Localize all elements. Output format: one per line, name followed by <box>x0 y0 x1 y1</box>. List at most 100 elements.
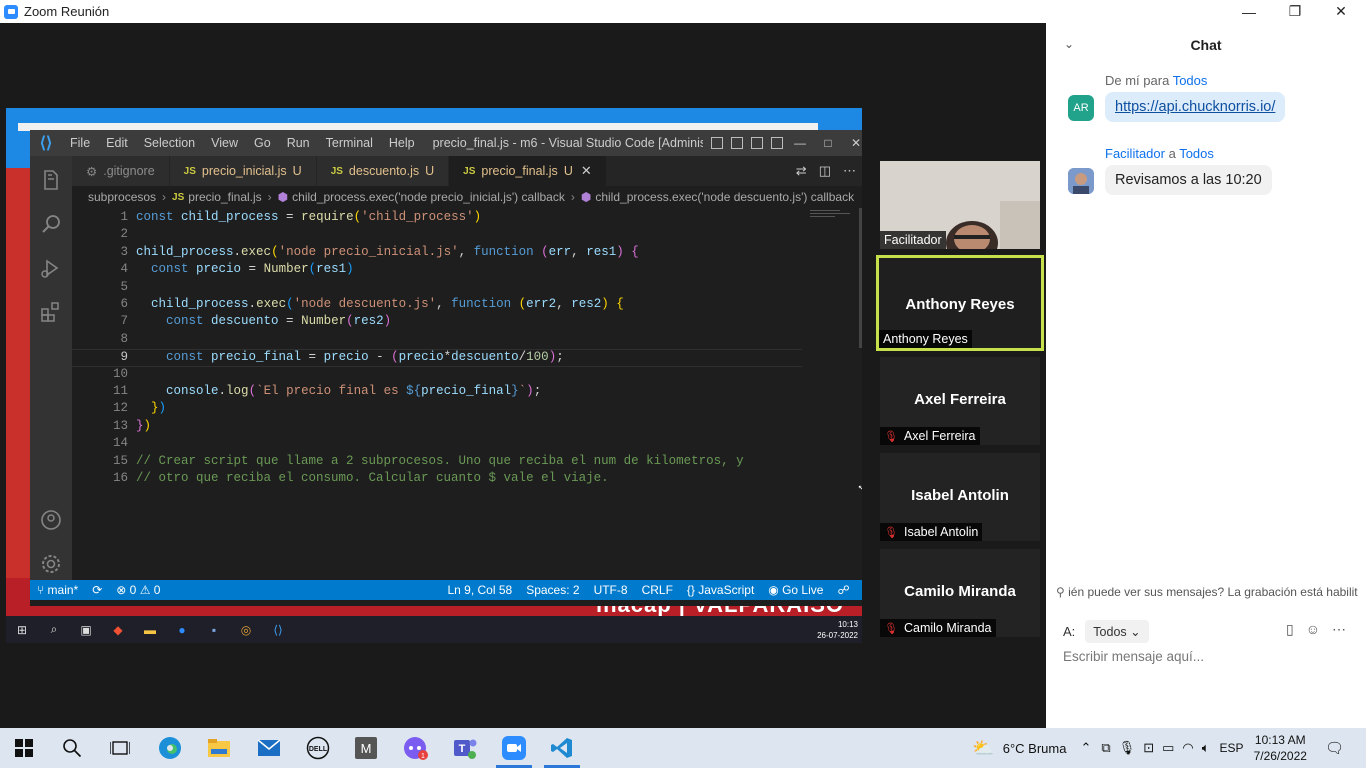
code-line[interactable]: 10 <box>72 367 802 384</box>
manage-gear-icon[interactable] <box>39 552 63 576</box>
open-changes-icon[interactable]: ⇄ <box>796 163 807 179</box>
language-indicator[interactable]: ESP <box>1220 741 1244 755</box>
breadcrumb-symbol-1[interactable]: child_process.exec('node precio_inicial.… <box>292 190 565 204</box>
wifi-icon[interactable]: ◠ <box>1182 740 1193 756</box>
battery-icon[interactable]: ▭ <box>1162 740 1174 756</box>
search-button[interactable] <box>48 728 96 768</box>
extensions-icon[interactable] <box>39 300 63 324</box>
chat-link-message[interactable]: https://api.chucknorris.io/ <box>1105 92 1286 122</box>
code-line[interactable]: 6 child_process.exec('node descuento.js'… <box>72 297 802 314</box>
more-icon[interactable]: ⋯ <box>1332 621 1346 638</box>
menu-help[interactable]: Help <box>381 136 423 150</box>
indentation[interactable]: Spaces: 2 <box>526 583 579 597</box>
chevron-up-icon[interactable]: ⌃ <box>1080 740 1091 756</box>
code-line[interactable]: 8 <box>72 332 802 349</box>
restore-button[interactable]: ❐ <box>1272 0 1318 23</box>
toggle-secondary-sidebar-icon[interactable] <box>750 137 763 149</box>
video-tile-isabel-antolin[interactable]: Isabel Antolin 🎙︎ Isabel Antolin <box>880 453 1040 541</box>
breadcrumb-folder[interactable]: subprocesos <box>88 190 156 204</box>
menu-edit[interactable]: Edit <box>98 136 136 150</box>
tab-gitignore[interactable]: ⚙ .gitignore <box>72 156 170 186</box>
feedback-icon[interactable]: ☍ <box>837 583 849 597</box>
split-editor-icon[interactable]: ◫ <box>819 163 831 179</box>
video-tile-axel-ferreira[interactable]: Axel Ferreira 🎙︎ Axel Ferreira <box>880 357 1040 445</box>
app-m-button[interactable]: M <box>342 728 390 768</box>
go-live-button[interactable]: ◉ Go Live <box>768 583 823 597</box>
code-line[interactable]: 16 // otro que reciba el consumo. Calcula… <box>72 471 802 488</box>
weather-text[interactable]: 6°C Bruma <box>1003 741 1067 756</box>
breadcrumb-file[interactable]: precio_final.js <box>188 190 261 204</box>
meet-now-icon[interactable]: ⧉ <box>1101 740 1110 756</box>
volume-icon[interactable]: 🔈︎ <box>1202 740 1210 756</box>
code-line[interactable]: 2 <box>72 227 802 244</box>
breadcrumb-symbol-2[interactable]: child_process.exec('node descuento.js') … <box>595 190 854 204</box>
code-editor[interactable]: ↖ 1 const child_process = require('child_… <box>72 208 862 580</box>
video-tile-camilo-miranda[interactable]: Camilo Miranda 🎙︎ Camilo Miranda <box>880 549 1040 637</box>
recipient-select[interactable]: Todos ⌄ <box>1085 620 1149 643</box>
code-line[interactable]: 4 const precio = Number(res1) <box>72 262 802 279</box>
tab-precio-final[interactable]: JS precio_final.js U ✕ <box>449 156 607 186</box>
task-view-button[interactable] <box>96 728 144 768</box>
code-line[interactable]: 7 const descuento = Number(res2) <box>72 314 802 331</box>
close-button[interactable]: ✕ <box>1318 0 1364 23</box>
code-line[interactable]: 15 // Crear script que llame a 2 subproce… <box>72 454 802 471</box>
menu-file[interactable]: File <box>62 136 98 150</box>
chat-privacy-notice[interactable]: ⚲ ién puede ver sus mensajes? La grabaci… <box>1056 585 1366 599</box>
notifications-icon[interactable]: 🗨︎ <box>1325 739 1344 757</box>
video-tile-anthony-reyes[interactable]: Anthony Reyes Anthony Reyes <box>876 255 1044 351</box>
run-debug-icon[interactable] <box>39 256 63 280</box>
zoom-button[interactable] <box>490 728 538 768</box>
weather-icon[interactable]: ⛅ <box>972 738 994 759</box>
chat-message-input[interactable]: Escribir mensaje aquí... <box>1063 649 1204 664</box>
tab-precio-inicial[interactable]: JS precio_inicial.js U <box>169 156 317 186</box>
accounts-icon[interactable] <box>39 508 63 532</box>
branch-indicator[interactable]: ⑂ main* <box>37 583 78 597</box>
vscode-button[interactable] <box>538 728 586 768</box>
code-line[interactable]: 1 const child_process = require('child_pr… <box>72 210 802 227</box>
code-line[interactable]: 3 child_process.exec('node precio_inicial… <box>72 245 802 262</box>
tab-descuento[interactable]: JS descuento.js U <box>316 156 450 186</box>
search-icon[interactable] <box>39 212 63 236</box>
toggle-panel-icon[interactable] <box>730 137 743 149</box>
message-recipient[interactable]: Todos <box>1173 73 1208 88</box>
customize-layout-icon[interactable] <box>770 137 783 149</box>
code-line[interactable]: 11 console.log(`El precio final es ${pre… <box>72 384 802 401</box>
vscode-minimize-button[interactable]: — <box>786 130 814 156</box>
editor-scrollbar[interactable] <box>859 208 862 348</box>
menu-view[interactable]: View <box>203 136 246 150</box>
line-ending[interactable]: CRLF <box>642 583 673 597</box>
discord-button[interactable]: 1 <box>392 728 440 768</box>
code-line[interactable]: 9 const precio_final = precio - (precio*… <box>72 349 802 367</box>
language-mode[interactable]: {} JavaScript <box>687 583 754 597</box>
microphone-icon[interactable]: 🎙︎ <box>1119 740 1136 756</box>
video-tile-facilitator[interactable]: Facilitador <box>880 161 1040 249</box>
emoji-icon[interactable]: ☺ <box>1306 621 1320 638</box>
toggle-sidebar-icon[interactable] <box>710 137 723 149</box>
encoding[interactable]: UTF-8 <box>594 583 628 597</box>
more-actions-icon[interactable]: ⋯ <box>843 163 856 179</box>
mail-button[interactable] <box>245 728 293 768</box>
menu-selection[interactable]: Selection <box>136 136 203 150</box>
vscode-maximize-button[interactable]: □ <box>814 130 842 156</box>
menu-terminal[interactable]: Terminal <box>318 136 381 150</box>
code-line[interactable]: 14 <box>72 436 802 453</box>
code-line[interactable]: 5 <box>72 280 802 297</box>
message-sender[interactable]: Facilitador <box>1105 146 1165 161</box>
minimize-button[interactable]: — <box>1226 0 1272 23</box>
file-explorer-button[interactable] <box>195 728 243 768</box>
edge-button[interactable] <box>146 728 194 768</box>
clock[interactable]: 10:13 AM 7/26/2022 <box>1254 732 1307 764</box>
problems-indicator[interactable]: ⊗ 0 ⚠ 0 <box>116 583 160 597</box>
close-tab-icon[interactable]: ✕ <box>581 163 592 179</box>
menu-run[interactable]: Run <box>279 136 318 150</box>
code-line[interactable]: 12 }) <box>72 401 802 418</box>
sync-icon[interactable]: ⟳ <box>92 583 102 597</box>
dell-button[interactable]: DELL <box>294 728 342 768</box>
vscode-close-button[interactable]: ✕ <box>842 130 862 156</box>
file-icon[interactable]: ▯ <box>1286 621 1294 638</box>
start-button[interactable] <box>0 728 48 768</box>
code-line[interactable]: 13}) <box>72 419 802 436</box>
network-share-icon[interactable]: ⊡ <box>1143 740 1154 756</box>
menu-go[interactable]: Go <box>246 136 279 150</box>
teams-button[interactable]: T <box>441 728 489 768</box>
